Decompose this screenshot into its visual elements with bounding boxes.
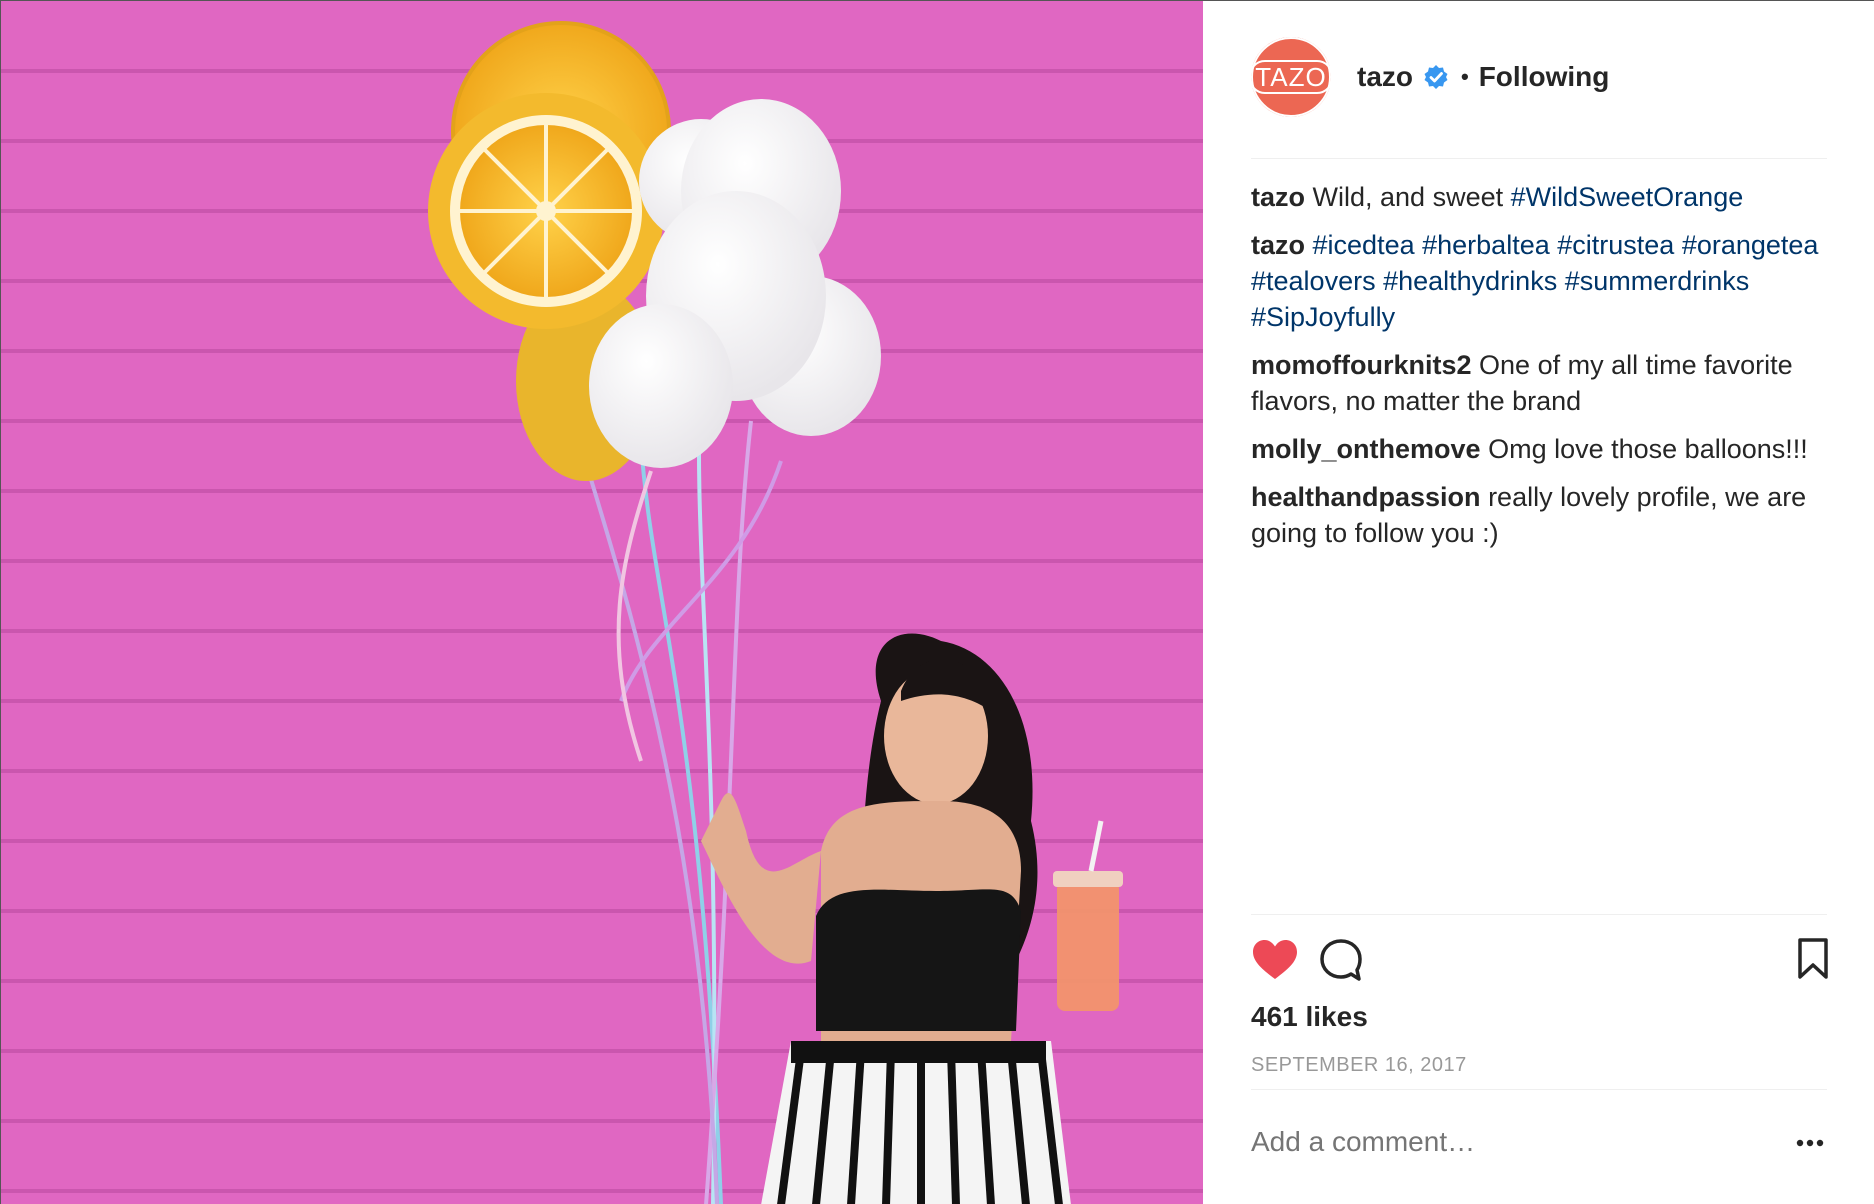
instagram-post: TAZO tazo • Following tazo Wild, and swe… [0, 0, 1874, 1204]
comments-list: tazo Wild, and sweet #WildSweetOrange taz… [1251, 179, 1831, 563]
photo-illustration [1, 1, 1203, 1204]
add-comment-input[interactable] [1251, 1126, 1751, 1158]
verified-badge-icon [1424, 65, 1448, 89]
hashtag-link[interactable]: #herbaltea [1422, 230, 1550, 260]
hashtag-link[interactable]: #SipJoyfully [1251, 302, 1395, 332]
comment-text [1415, 230, 1423, 260]
comment-username[interactable]: tazo [1251, 182, 1305, 212]
hashtag-link[interactable]: #citrustea [1557, 230, 1674, 260]
avatar-logo-text: TAZO [1249, 60, 1333, 94]
comment-bubble-icon[interactable] [1319, 937, 1363, 985]
comment-text [1674, 230, 1682, 260]
following-button[interactable]: Following [1479, 61, 1610, 93]
hashtag-link[interactable]: #icedtea [1313, 230, 1415, 260]
comment-username[interactable]: molly_onthemove [1251, 434, 1481, 464]
header-text: tazo • Following [1357, 37, 1609, 117]
comment-item: momoffourknits2 One of my all time favor… [1251, 347, 1831, 419]
comment-text [1557, 266, 1565, 296]
comment-item: molly_onthemove Omg love those balloons!… [1251, 431, 1831, 467]
comment-text: Omg love those balloons!!! [1488, 434, 1808, 464]
hashtag-link[interactable]: #WildSweetOrange [1511, 182, 1744, 212]
header-username[interactable]: tazo [1357, 61, 1413, 93]
avatar-ring: TAZO [1249, 37, 1333, 117]
header-separator: • [1461, 64, 1469, 89]
heart-filled-icon[interactable] [1251, 937, 1299, 985]
divider [1251, 914, 1827, 915]
profile-avatar[interactable]: TAZO [1249, 37, 1333, 117]
comment-item: healthandpassion really lovely profile, … [1251, 479, 1831, 551]
post-photo[interactable] [1, 1, 1203, 1204]
post-header: TAZO tazo • Following [1249, 37, 1827, 159]
comment-item: tazo #icedtea #herbaltea #citrustea #ora… [1251, 227, 1831, 335]
action-bar [1251, 937, 1829, 987]
hashtag-link[interactable]: #tealovers [1251, 266, 1376, 296]
comment-username[interactable]: tazo [1251, 230, 1305, 260]
bookmark-icon[interactable] [1797, 937, 1829, 981]
comment-text [1376, 266, 1384, 296]
comment-item: tazo Wild, and sweet #WildSweetOrange [1251, 179, 1831, 215]
post-date[interactable]: SEPTEMBER 16, 2017 [1251, 1054, 1467, 1077]
like-count[interactable]: 461 likes [1251, 1001, 1368, 1033]
post-details-panel: TAZO tazo • Following tazo Wild, and swe… [1203, 1, 1874, 1204]
hashtag-link[interactable]: #healthydrinks [1383, 266, 1557, 296]
hashtag-link[interactable]: #summerdrinks [1565, 266, 1750, 296]
more-options-icon[interactable] [1793, 1133, 1827, 1153]
comment-username[interactable]: healthandpassion [1251, 482, 1481, 512]
comment-username[interactable]: momoffourknits2 [1251, 350, 1472, 380]
comment-text: Wild, and sweet [1312, 182, 1511, 212]
hashtag-link[interactable]: #orangetea [1682, 230, 1819, 260]
divider [1251, 1089, 1827, 1090]
